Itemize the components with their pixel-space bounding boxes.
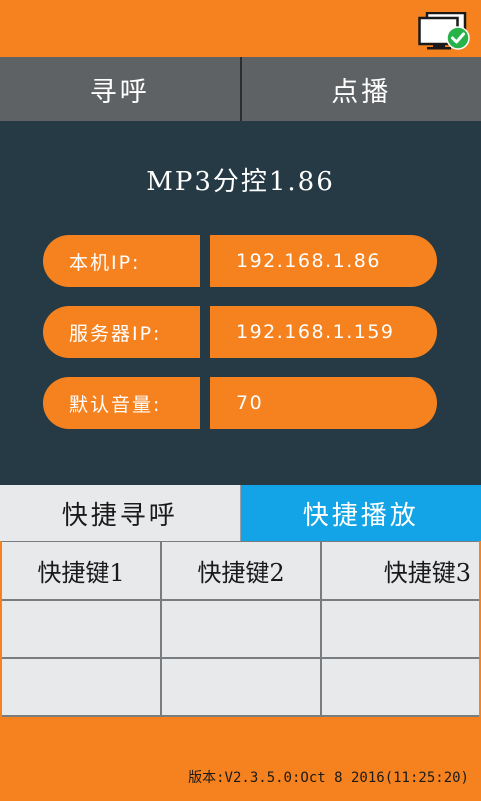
local-ip-row: 本机IP: 192.168.1.86 bbox=[43, 235, 437, 287]
quick-tabs: 快捷寻呼 快捷播放 bbox=[0, 485, 481, 541]
default-volume-row: 默认音量: 70 bbox=[43, 377, 437, 429]
hotkey-slot[interactable] bbox=[162, 659, 320, 715]
footer: 版本:V2.3.5.0:Oct 8 2016(11:25:20) bbox=[0, 717, 481, 801]
server-ip-label: 服务器IP: bbox=[43, 306, 200, 358]
default-volume-value[interactable]: 70 bbox=[210, 377, 437, 429]
server-ip-value[interactable]: 192.168.1.159 bbox=[210, 306, 437, 358]
server-ip-row: 服务器IP: 192.168.1.159 bbox=[43, 306, 437, 358]
hotkey-slot[interactable] bbox=[162, 601, 320, 657]
hotkey-2-button[interactable]: 快捷键2 bbox=[162, 542, 320, 599]
tab-quick-play[interactable]: 快捷播放 bbox=[240, 485, 481, 541]
local-ip-label: 本机IP: bbox=[43, 235, 200, 287]
main-tabs: 寻呼 点播 bbox=[0, 57, 481, 121]
version-text: 版本:V2.3.5.0:Oct 8 2016(11:25:20) bbox=[188, 770, 469, 786]
top-bar bbox=[0, 0, 481, 57]
tab-on-demand[interactable]: 点播 bbox=[239, 57, 481, 121]
hotkey-slot[interactable] bbox=[2, 659, 160, 715]
hotkey-slot[interactable] bbox=[322, 659, 479, 715]
tab-paging[interactable]: 寻呼 bbox=[0, 57, 240, 121]
default-volume-label: 默认音量: bbox=[43, 377, 200, 429]
device-info-panel: MP3分控1.86 本机IP: 192.168.1.86 服务器IP: 192.… bbox=[0, 121, 481, 485]
hotkey-slot[interactable] bbox=[2, 601, 160, 657]
monitor-connected-icon[interactable] bbox=[418, 12, 470, 50]
hotkey-1-button[interactable]: 快捷键1 bbox=[2, 542, 160, 599]
device-title: MP3分控1.86 bbox=[146, 167, 335, 197]
hotkey-grid: 快捷键1 快捷键2 快捷键3 bbox=[2, 541, 479, 717]
local-ip-value[interactable]: 192.168.1.86 bbox=[210, 235, 437, 287]
hotkey-3-button[interactable]: 快捷键3 bbox=[322, 542, 479, 599]
hotkey-slot[interactable] bbox=[322, 601, 479, 657]
tab-quick-paging[interactable]: 快捷寻呼 bbox=[0, 485, 241, 541]
